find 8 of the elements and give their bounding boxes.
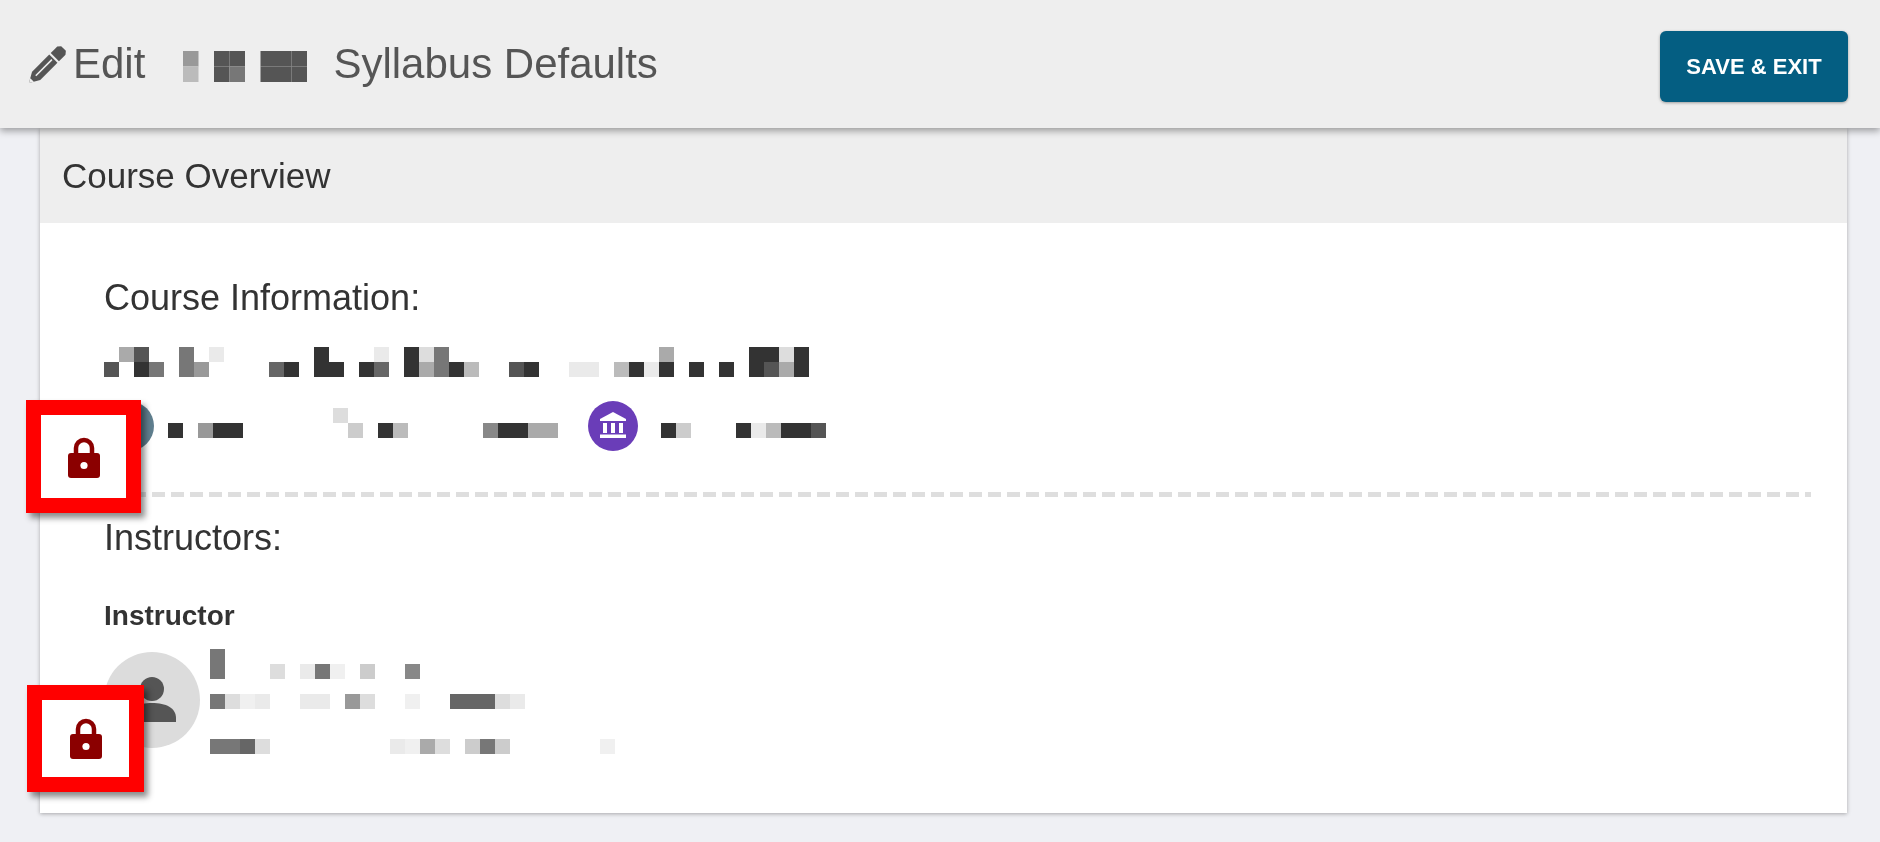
page-title: Syllabus Defaults <box>333 40 658 88</box>
save-exit-button[interactable]: SAVE & EXIT <box>1660 30 1848 102</box>
card-title: Course Overview <box>62 154 331 197</box>
section-heading: Instructors: <box>104 516 283 560</box>
edit-label: Edit <box>73 40 146 88</box>
role-label: Instructor <box>104 599 235 633</box>
institution-icon <box>588 401 638 452</box>
section-heading: Course Information: <box>104 276 421 320</box>
